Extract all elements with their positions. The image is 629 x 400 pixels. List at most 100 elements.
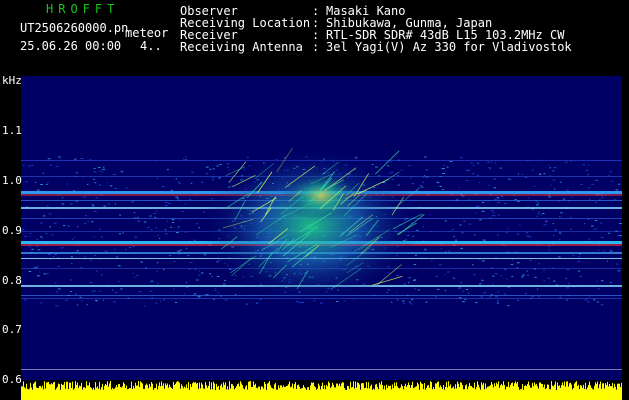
noise-bar-column xyxy=(283,385,284,400)
noise-speck xyxy=(170,189,173,191)
noise-bar-column xyxy=(296,388,297,400)
noise-bar-column xyxy=(242,385,243,400)
noise-bar-column xyxy=(381,381,382,400)
noise-speck xyxy=(122,232,124,234)
noise-bar-column xyxy=(334,387,335,400)
noise-bar-column xyxy=(98,388,99,400)
noise-bar-column xyxy=(360,389,361,400)
noise-bar-column xyxy=(244,389,245,400)
noise-bar-column xyxy=(358,383,359,400)
noise-speck xyxy=(540,214,542,216)
noise-bar-column xyxy=(497,384,498,400)
noise-bar-column xyxy=(581,385,582,400)
noise-bar-column xyxy=(531,387,532,400)
noise-speck xyxy=(512,259,514,261)
noise-bar-column xyxy=(124,383,125,400)
noise-bar-column xyxy=(399,388,400,400)
noise-bar-column xyxy=(83,387,84,400)
noise-bar-column xyxy=(511,383,512,400)
noise-speck xyxy=(228,169,230,171)
noise-speck xyxy=(559,296,562,298)
noise-speck xyxy=(497,291,500,293)
noise-speck xyxy=(568,283,571,284)
noise-speck xyxy=(212,168,215,170)
noise-speck xyxy=(478,182,481,183)
noise-bar-column xyxy=(70,382,71,400)
noise-bar-column xyxy=(74,388,75,400)
noise-bar-column xyxy=(275,382,276,400)
noise-speck xyxy=(211,177,215,179)
noise-speck xyxy=(490,210,494,211)
noise-bar-column xyxy=(379,382,380,400)
noise-bar-column xyxy=(127,389,128,400)
noise-speck xyxy=(201,181,203,183)
noise-speck xyxy=(93,290,96,292)
noise-bar-column xyxy=(49,384,50,400)
noise-bar-column xyxy=(568,386,569,400)
noise-speck xyxy=(55,166,59,167)
noise-speck xyxy=(390,161,392,163)
noise-speck xyxy=(589,198,591,200)
noise-speck xyxy=(189,262,193,263)
noise-speck xyxy=(584,223,586,225)
noise-speck xyxy=(521,174,523,175)
noise-bar-column xyxy=(440,385,441,400)
noise-speck xyxy=(558,256,560,258)
noise-speck xyxy=(444,220,447,222)
noise-bar-column xyxy=(378,389,379,400)
noise-bar-column xyxy=(97,386,98,400)
noise-bar-column xyxy=(492,384,493,400)
noise-speck xyxy=(143,221,147,223)
noise-bar-column xyxy=(258,386,259,400)
noise-bar-column xyxy=(184,386,185,400)
noise-bar-column xyxy=(237,384,238,400)
noise-bar-column xyxy=(209,381,210,400)
noise-bar-column xyxy=(332,382,333,400)
noise-speck xyxy=(539,173,542,175)
noise-bar-column xyxy=(136,385,137,400)
noise-bar-column xyxy=(340,386,341,400)
noise-speck xyxy=(611,180,614,182)
noise-speck xyxy=(46,273,49,275)
noise-speck xyxy=(522,274,525,276)
noise-bar-column xyxy=(252,387,253,400)
noise-speck xyxy=(437,182,440,184)
noise-speck xyxy=(543,173,546,175)
noise-bar-column xyxy=(395,385,396,400)
noise-bar-column xyxy=(356,387,357,400)
noise-bar-column xyxy=(193,382,194,400)
noise-speck xyxy=(215,287,217,289)
noise-speck xyxy=(442,168,445,170)
noise-bar-column xyxy=(210,389,211,400)
noise-speck xyxy=(482,239,486,241)
noise-bar-column xyxy=(206,385,207,400)
noise-bar-column xyxy=(507,386,508,400)
noise-bar-column xyxy=(44,381,45,400)
noise-bar-column xyxy=(479,387,480,400)
noise-speck xyxy=(205,166,209,168)
noise-speck xyxy=(93,168,96,169)
noise-speck xyxy=(24,299,27,301)
noise-bar-column xyxy=(489,386,490,400)
noise-speck xyxy=(76,304,79,306)
noise-bar-column xyxy=(128,388,129,400)
noise-bar-column xyxy=(494,383,495,400)
noise-speck xyxy=(619,235,622,237)
noise-speck xyxy=(552,223,554,225)
noise-bar-column xyxy=(593,389,594,400)
noise-bar-column xyxy=(26,383,27,400)
mode-label: meteor xyxy=(125,26,169,40)
noise-bar-column xyxy=(22,386,23,400)
noise-speck xyxy=(106,181,109,183)
noise-speck xyxy=(444,273,446,275)
noise-speck xyxy=(600,304,604,306)
noise-speck xyxy=(134,276,136,278)
noise-bar-column xyxy=(464,389,465,400)
noise-speck xyxy=(488,167,491,169)
noise-bar-column xyxy=(560,387,561,400)
noise-bar-column xyxy=(545,389,546,400)
noise-speck xyxy=(507,228,509,230)
noise-bar-column xyxy=(112,387,113,400)
noise-bar-column xyxy=(25,388,26,400)
noise-speck xyxy=(112,301,116,303)
